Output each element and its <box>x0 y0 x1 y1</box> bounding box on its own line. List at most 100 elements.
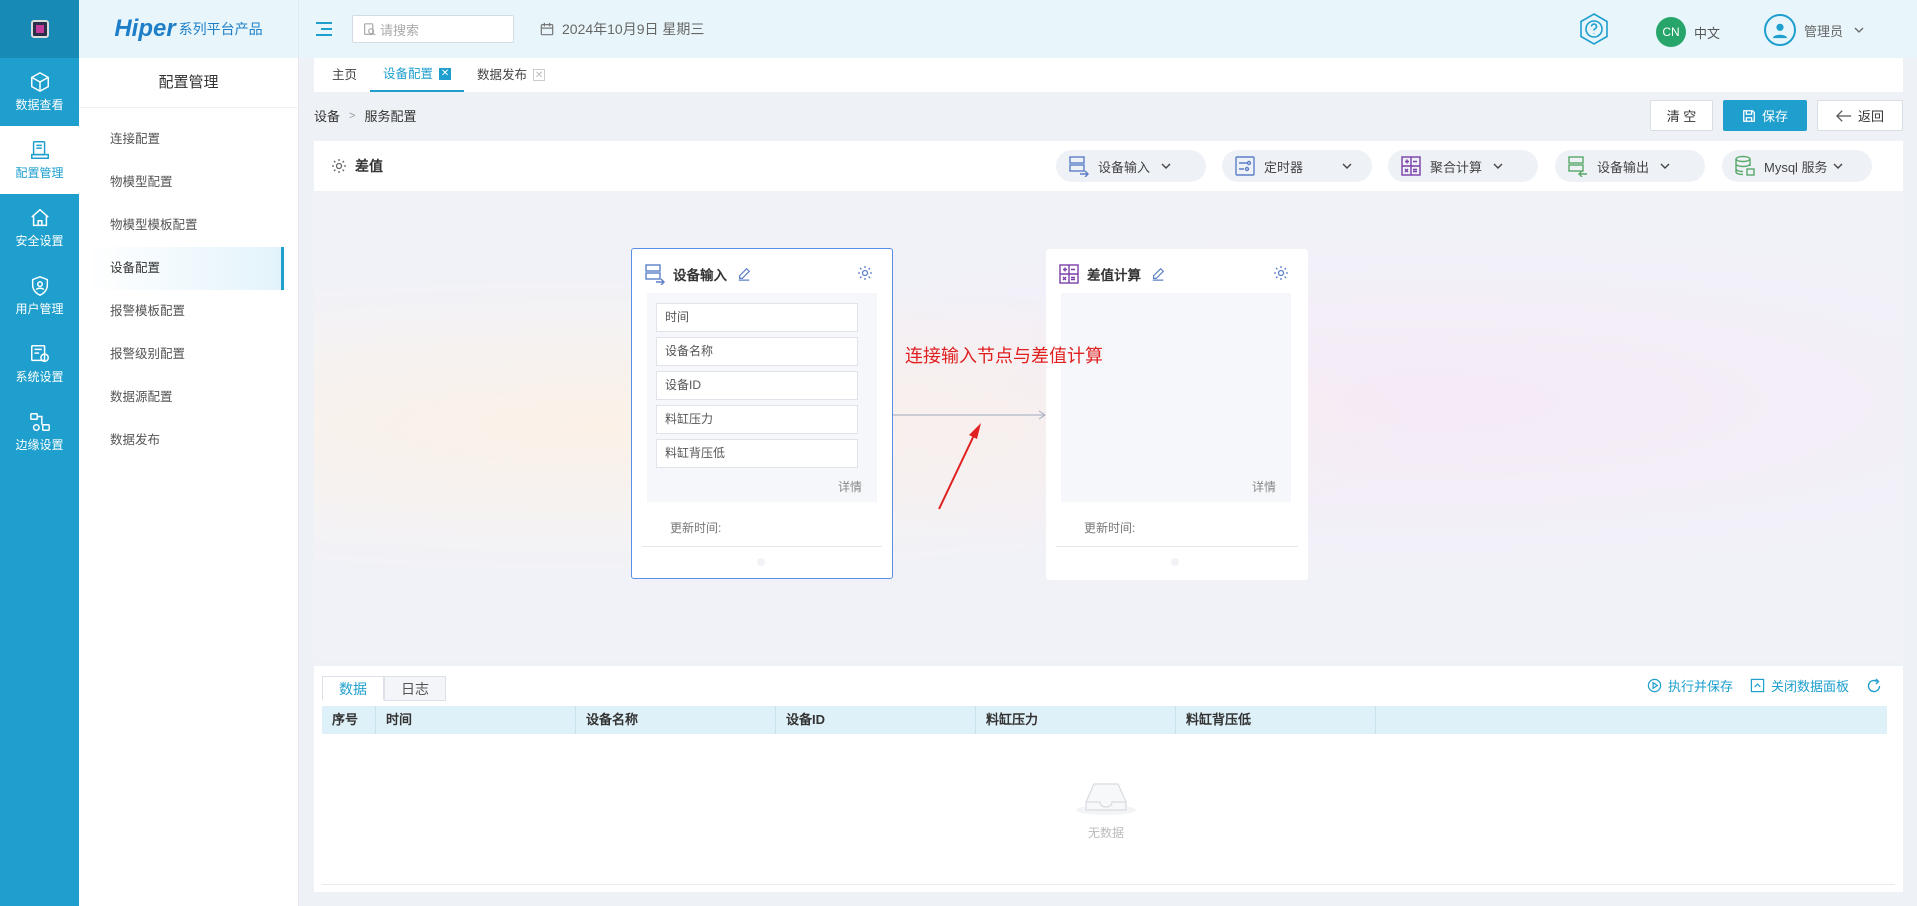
toolbar-timer[interactable]: 定时器 <box>1222 150 1372 182</box>
search-icon <box>364 22 376 36</box>
rail-item-edge[interactable]: 边缘设置 <box>0 398 79 466</box>
lang-badge: CN <box>1656 17 1686 47</box>
breadcrumb: 设备 > 服务配置 <box>314 106 416 125</box>
close-data-panel-button[interactable]: 关闭数据面板 <box>1750 676 1849 695</box>
sidebar-item-data-publish[interactable]: 数据发布 <box>79 419 298 462</box>
rail-item-data-view[interactable]: 数据查看 <box>0 58 79 126</box>
edit-icon[interactable] <box>737 267 751 281</box>
field-item[interactable]: 设备名称 <box>656 337 858 366</box>
tab-data[interactable]: 数据 <box>322 676 384 701</box>
sidebar-item-alarm-level[interactable]: 报警级别配置 <box>79 333 298 376</box>
page-tabs: 主页 设备配置 ✕ 数据发布 ✕ <box>314 58 1903 92</box>
edit-icon[interactable] <box>1151 267 1165 281</box>
chevron-down-icon <box>1493 163 1503 169</box>
breadcrumb-root[interactable]: 设备 <box>314 106 340 125</box>
toolbar-mysql-service[interactable]: Mysql 服务 <box>1722 150 1872 182</box>
field-item[interactable]: 设备ID <box>656 371 858 400</box>
refresh-icon <box>1867 678 1881 692</box>
device-input-node[interactable]: 设备输入 时间 设备名称 设备ID 料缸压力 料缸背压低 详情 更新时间: <box>631 248 893 579</box>
gear-icon <box>332 159 346 173</box>
column-header: 设备ID <box>776 706 976 734</box>
sidebar-item-datasource[interactable]: 数据源配置 <box>79 376 298 419</box>
system-gear-icon <box>30 345 49 363</box>
clear-button[interactable]: 清 空 <box>1650 100 1713 131</box>
field-item[interactable]: 料缸压力 <box>656 405 858 434</box>
sidebar-title: 配置管理 <box>79 58 298 108</box>
tab-home[interactable]: 主页 <box>319 58 370 92</box>
user-menu[interactable]: 管理员 <box>1764 14 1865 46</box>
node-field-list: 时间 设备名称 设备ID 料缸压力 料缸背压低 详情 <box>647 293 877 502</box>
timer-icon <box>1235 156 1255 176</box>
node-port[interactable] <box>1171 558 1179 566</box>
sidebar-item-connection[interactable]: 连接配置 <box>79 118 298 161</box>
rail-item-users[interactable]: 用户管理 <box>0 262 79 330</box>
detail-link[interactable]: 详情 <box>1252 478 1276 495</box>
device-input-icon <box>645 264 665 285</box>
tab-log[interactable]: 日志 <box>384 676 446 701</box>
toolbar-device-output[interactable]: 设备输出 <box>1555 150 1705 182</box>
rail-item-config[interactable]: 配置管理 <box>0 126 79 194</box>
menu-collapse-icon[interactable] <box>316 22 332 36</box>
icon-rail: 数据查看 配置管理 安全设置 用户管理 系统设置 边缘设置 <box>0 0 79 906</box>
chevron-down-icon <box>1342 163 1352 169</box>
column-header: 时间 <box>376 706 576 734</box>
toolbar-device-input[interactable]: 设备输入 <box>1056 150 1206 182</box>
device-input-icon <box>1069 156 1089 177</box>
app-logo <box>0 0 79 58</box>
back-button[interactable]: 返回 <box>1817 100 1903 131</box>
table-header: 序号 时间 设备名称 设备ID 料缸压力 料缸背压低 <box>322 706 1887 734</box>
divider <box>642 546 882 547</box>
close-icon[interactable]: ✕ <box>439 68 452 80</box>
data-panel-tabs: 数据 日志 <box>322 676 446 701</box>
help-icon[interactable] <box>1577 12 1611 49</box>
brand-logo: Hiper 系列平台产品 <box>79 0 298 58</box>
save-button[interactable]: 保存 <box>1723 100 1807 131</box>
calculator-icon <box>1401 156 1421 176</box>
run-and-save-button[interactable]: 执行并保存 <box>1647 676 1733 695</box>
data-panel: 数据 日志 执行并保存 关闭数据面板 序号 时间 设备名称 设备ID 料缸压力 … <box>314 666 1903 892</box>
toolbar-aggregate[interactable]: 聚合计算 <box>1388 150 1538 182</box>
tab-data-publish[interactable]: 数据发布 ✕ <box>464 58 558 92</box>
chevron-down-icon <box>1161 163 1171 169</box>
flow-canvas[interactable]: 设备输入 时间 设备名称 设备ID 料缸压力 料缸背压低 详情 更新时间: 差值… <box>314 191 1903 661</box>
home-shield-icon <box>30 208 49 227</box>
chevron-down-icon <box>1833 163 1843 169</box>
tab-device-config[interactable]: 设备配置 ✕ <box>370 58 465 92</box>
sidebar-item-thing-model-template[interactable]: 物模型模板配置 <box>79 204 298 247</box>
update-time: 更新时间: <box>670 521 722 535</box>
node-title: 差值计算 <box>1087 268 1141 283</box>
gear-icon[interactable] <box>1273 265 1289 281</box>
column-header: 料缸背压低 <box>1176 706 1376 734</box>
field-item[interactable]: 时间 <box>656 303 858 332</box>
empty-inbox-icon <box>1076 783 1136 815</box>
top-header: 请搜索 2024年10月9日 星期三 CN 中文 管理员 <box>299 0 1917 58</box>
annotation-text: 连接输入节点与差值计算 <box>905 346 1103 366</box>
language-switch[interactable]: CN 中文 <box>1656 17 1720 47</box>
node-port[interactable] <box>757 558 765 566</box>
collapse-icon <box>1750 678 1765 693</box>
column-header: 设备名称 <box>576 706 776 734</box>
search-input[interactable]: 请搜索 <box>352 15 514 43</box>
secondary-sidebar: Hiper 系列平台产品 配置管理 连接配置 物模型配置 物模型模板配置 设备配… <box>79 0 299 906</box>
column-header: 料缸压力 <box>976 706 1176 734</box>
chevron-down-icon <box>1854 27 1864 33</box>
gear-icon[interactable] <box>857 265 873 281</box>
close-icon[interactable]: ✕ <box>533 69 546 81</box>
detail-link[interactable]: 详情 <box>838 478 862 495</box>
avatar <box>1764 14 1796 46</box>
breadcrumb-current: 服务配置 <box>364 109 417 124</box>
empty-state: 无数据 <box>1074 774 1138 841</box>
play-circle-icon <box>1647 678 1662 693</box>
config-doc-icon <box>30 141 49 159</box>
sidebar-item-alarm-template[interactable]: 报警模板配置 <box>79 290 298 333</box>
field-item[interactable]: 料缸背压低 <box>656 439 858 468</box>
flow-title: 差值 <box>331 156 383 176</box>
diff-calc-node[interactable]: 差值计算 详情 更新时间: <box>1046 249 1308 580</box>
sidebar-item-thing-model[interactable]: 物模型配置 <box>79 161 298 204</box>
rail-item-security[interactable]: 安全设置 <box>0 194 79 262</box>
update-time: 更新时间: <box>1084 521 1136 535</box>
cube-icon <box>30 71 49 93</box>
rail-item-system[interactable]: 系统设置 <box>0 330 79 398</box>
refresh-button[interactable] <box>1866 678 1888 694</box>
sidebar-item-device-config[interactable]: 设备配置 <box>87 247 284 290</box>
